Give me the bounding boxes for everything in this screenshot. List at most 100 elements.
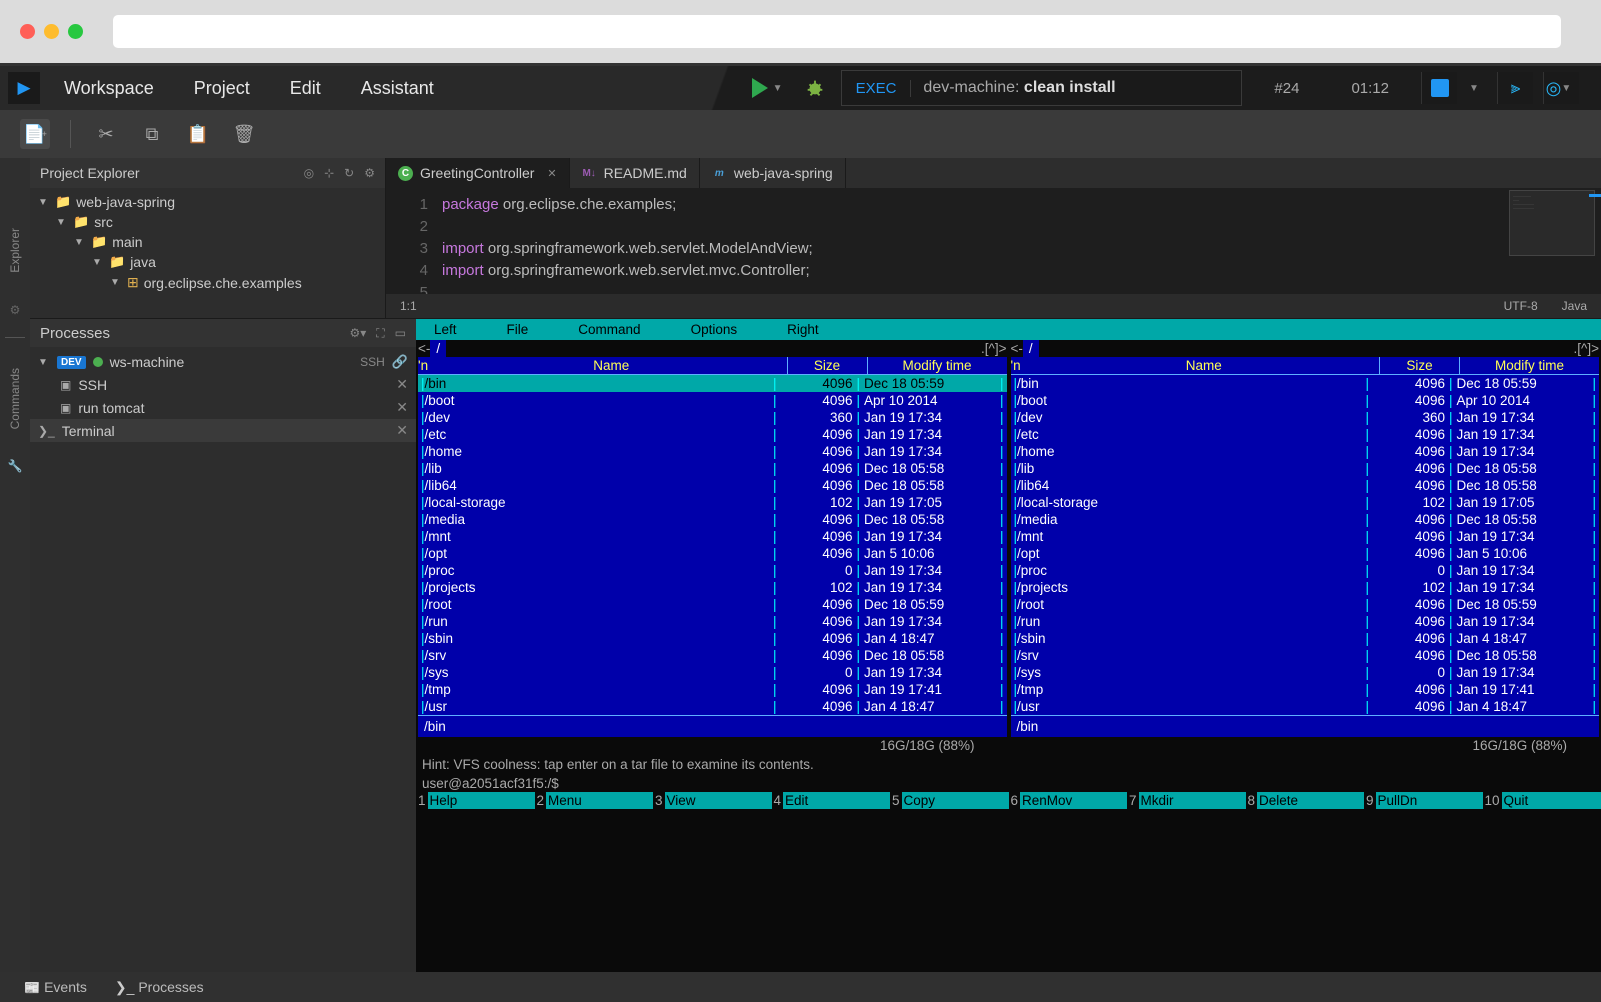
tree-row-java[interactable]: ▼📁java (38, 252, 377, 272)
new-file-button[interactable]: 📄+ (20, 119, 50, 149)
mc-file-row[interactable]: |/boot|4096|Apr 10 2014| (418, 392, 1007, 409)
mc-file-row[interactable]: |/srv|4096|Dec 18 05:58| (1011, 647, 1600, 664)
copy-button[interactable]: ⧉ (137, 119, 167, 149)
pe-gear-icon[interactable]: ⚙ (364, 166, 375, 180)
mc-file-row[interactable]: |/local-storage|102|Jan 19 17:05| (1011, 494, 1600, 511)
tree-row-project[interactable]: ▼📁web-java-spring (38, 192, 377, 212)
link-icon[interactable]: 🔗 (392, 354, 408, 370)
debug-button[interactable] (801, 74, 829, 102)
mc-prompt[interactable]: user@a2051acf31f5:/$ (416, 775, 1601, 792)
menu-assistant[interactable]: Assistant (361, 78, 434, 99)
mc-file-row[interactable]: |/lib64|4096|Dec 18 05:58| (418, 477, 1007, 494)
mc-file-row[interactable]: |/sbin|4096|Jan 4 18:47| (418, 630, 1007, 647)
tree-row-src[interactable]: ▼📁src (38, 212, 377, 232)
dropdown-icon[interactable]: ▼ (1469, 83, 1485, 94)
mc-file-row[interactable]: |/lib64|4096|Dec 18 05:58| (1011, 477, 1600, 494)
tree-row-package[interactable]: ▼⊞org.eclipse.che.examples (38, 272, 377, 293)
close-icon[interactable]: ✕ (396, 422, 408, 439)
mc-file-row[interactable]: |/home|4096|Jan 19 17:34| (1011, 443, 1600, 460)
mc-file-row[interactable]: |/run|4096|Jan 19 17:34| (418, 613, 1007, 630)
stop-button[interactable] (1421, 72, 1457, 104)
terminal-view[interactable]: Left File Command Options Right <-/.[^]>… (416, 319, 1601, 972)
window-min-icon[interactable] (44, 24, 59, 39)
mc-file-row[interactable]: |/dev|360|Jan 19 17:34| (1011, 409, 1600, 426)
mc-right-pane[interactable]: <-/.[^]> 'nNameSizeModify time |/bin|409… (1011, 340, 1600, 737)
mc-file-row[interactable]: |/local-storage|102|Jan 19 17:05| (418, 494, 1007, 511)
close-icon[interactable]: ✕ (396, 399, 408, 416)
mc-menubar[interactable]: Left File Command Options Right (416, 319, 1601, 340)
pe-refresh-icon[interactable]: ↻ (344, 166, 354, 180)
mc-file-row[interactable]: |/lib|4096|Dec 18 05:58| (1011, 460, 1600, 477)
mc-file-row[interactable]: |/projects|102|Jan 19 17:34| (1011, 579, 1600, 596)
proc-terminal-row[interactable]: ❯_Terminal✕ (30, 419, 416, 442)
mc-file-row[interactable]: |/opt|4096|Jan 5 10:06| (1011, 545, 1600, 562)
mc-file-row[interactable]: |/opt|4096|Jan 5 10:06| (418, 545, 1007, 562)
language[interactable]: Java (1562, 299, 1587, 313)
proc-tomcat-row[interactable]: ▣run tomcat✕ (38, 396, 408, 419)
mc-file-row[interactable]: |/bin|4096|Dec 18 05:59| (418, 375, 1007, 392)
mc-menu-right[interactable]: Right (787, 321, 819, 338)
menu-project[interactable]: Project (194, 78, 250, 99)
tab-greeting-controller[interactable]: CGreetingController✕ (386, 158, 570, 188)
processes-tab[interactable]: ❯_ Processes (115, 979, 204, 996)
proc-machine-row[interactable]: ▼DEVws-machineSSH🔗 (38, 351, 408, 373)
mc-file-row[interactable]: |/usr|4096|Jan 4 18:47| (1011, 698, 1600, 715)
mc-file-row[interactable]: |/run|4096|Jan 19 17:34| (1011, 613, 1600, 630)
cut-button[interactable]: ✂ (91, 119, 121, 149)
target-button[interactable]: ◎▼ (1543, 72, 1579, 104)
mc-left-pane[interactable]: <-/.[^]> 'nNameSizeModify time |/bin|409… (418, 340, 1007, 737)
mc-file-row[interactable]: |/root|4096|Dec 18 05:59| (1011, 596, 1600, 613)
proc-min-icon[interactable]: ▭ (395, 326, 406, 341)
pe-collapse-icon[interactable]: ⊹ (324, 166, 334, 180)
minimap[interactable]: —————————————————————— (1509, 190, 1595, 256)
mc-file-row[interactable]: |/sys|0|Jan 19 17:34| (418, 664, 1007, 681)
mc-file-row[interactable]: |/tmp|4096|Jan 19 17:41| (418, 681, 1007, 698)
close-icon[interactable]: ✕ (396, 376, 408, 393)
mc-file-row[interactable]: |/etc|4096|Jan 19 17:34| (1011, 426, 1600, 443)
encoding[interactable]: UTF-8 (1504, 299, 1538, 313)
gutter-explorer[interactable]: Explorer (8, 218, 22, 283)
tab-readme[interactable]: M↓README.md (570, 158, 700, 188)
mc-file-row[interactable]: |/etc|4096|Jan 19 17:34| (418, 426, 1007, 443)
mc-file-row[interactable]: |/media|4096|Dec 18 05:58| (1011, 511, 1600, 528)
mc-file-row[interactable]: |/mnt|4096|Jan 19 17:34| (1011, 528, 1600, 545)
mc-file-row[interactable]: |/proc|0|Jan 19 17:34| (1011, 562, 1600, 579)
mc-file-row[interactable]: |/mnt|4096|Jan 19 17:34| (418, 528, 1007, 545)
mc-file-row[interactable]: |/sbin|4096|Jan 4 18:47| (1011, 630, 1600, 647)
proc-ssh-row[interactable]: ▣SSH✕ (38, 373, 408, 396)
window-close-icon[interactable] (20, 24, 35, 39)
code-area[interactable]: 12345 package org.eclipse.che.examples; … (386, 188, 1601, 304)
window-max-icon[interactable] (68, 24, 83, 39)
mc-file-row[interactable]: |/usr|4096|Jan 4 18:47| (418, 698, 1007, 715)
proc-max-icon[interactable]: ⛶ (376, 326, 384, 341)
mc-file-row[interactable]: |/home|4096|Jan 19 17:34| (418, 443, 1007, 460)
paste-button[interactable]: 📋 (183, 119, 213, 149)
processes-tree[interactable]: ▼DEVws-machineSSH🔗 ▣SSH✕ ▣run tomcat✕ ❯_… (30, 347, 416, 446)
menu-edit[interactable]: Edit (290, 78, 321, 99)
mc-file-row[interactable]: |/lib|4096|Dec 18 05:58| (418, 460, 1007, 477)
tab-web-java-spring[interactable]: mweb-java-spring (700, 158, 846, 188)
menu-workspace[interactable]: Workspace (64, 78, 154, 99)
proc-gear-icon[interactable]: ⚙▾ (349, 326, 366, 341)
gutter-commands[interactable]: Commands (8, 358, 22, 439)
events-tab[interactable]: 📰 Events (24, 979, 87, 996)
exec-input[interactable]: dev-machine: clean install (911, 79, 1241, 97)
project-tree[interactable]: ▼📁web-java-spring ▼📁src ▼📁main ▼📁java ▼⊞… (30, 188, 385, 297)
mc-menu-command[interactable]: Command (578, 321, 640, 338)
address-bar[interactable] (113, 15, 1561, 48)
delete-button[interactable]: 🗑 (229, 119, 259, 149)
mc-file-row[interactable]: |/boot|4096|Apr 10 2014| (1011, 392, 1600, 409)
exec-command-box[interactable]: EXEC dev-machine: clean install (841, 70, 1243, 106)
expand-button[interactable]: ▶ (8, 72, 40, 104)
mc-function-bar[interactable]: 1Help 2Menu 3View 4Edit 5Copy 6RenMov 7M… (416, 792, 1601, 809)
mc-file-row[interactable]: |/tmp|4096|Jan 19 17:41| (1011, 681, 1600, 698)
mc-menu-options[interactable]: Options (691, 321, 738, 338)
pe-locate-icon[interactable]: ◎ (304, 166, 314, 180)
mc-file-row[interactable]: |/sys|0|Jan 19 17:34| (1011, 664, 1600, 681)
split-button[interactable]: ⫸ (1497, 72, 1533, 104)
mc-file-row[interactable]: |/bin|4096|Dec 18 05:59| (1011, 375, 1600, 392)
run-button[interactable]: ▼ (752, 78, 789, 98)
mc-file-row[interactable]: |/projects|102|Jan 19 17:34| (418, 579, 1007, 596)
mc-file-row[interactable]: |/srv|4096|Dec 18 05:58| (418, 647, 1007, 664)
mc-file-row[interactable]: |/dev|360|Jan 19 17:34| (418, 409, 1007, 426)
